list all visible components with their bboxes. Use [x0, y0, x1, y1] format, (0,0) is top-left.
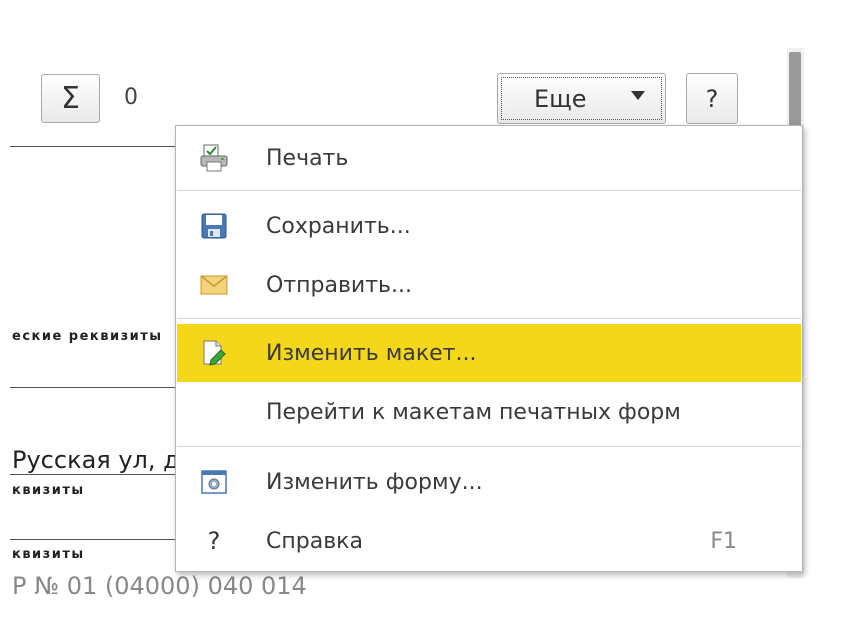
partial-text: Р № 01 (04000) 040 014: [12, 572, 307, 600]
menu-item-label: Изменить форму...: [266, 469, 483, 495]
divider: [10, 474, 175, 475]
scrollbar-thumb[interactable]: [789, 52, 801, 128]
menu-item-label: Печать: [266, 145, 349, 171]
requisites-label: еские реквизиты: [12, 329, 163, 344]
edit-form-icon: [199, 467, 229, 497]
menu-item-save[interactable]: Сохранить...: [177, 197, 801, 255]
requisites-label: квизиты: [12, 547, 85, 562]
menu-item-send[interactable]: Отправить...: [177, 256, 801, 314]
menu-item-label: Перейти к макетам печатных форм: [266, 399, 681, 425]
edit-layout-icon: [199, 338, 229, 368]
print-icon: [199, 143, 229, 173]
help-button[interactable]: ?: [686, 73, 738, 124]
address-text: Русская ул, д: [12, 446, 180, 474]
menu-separator: [177, 318, 801, 319]
requisites-label: квизиты: [12, 483, 85, 498]
sum-value: 0: [124, 85, 138, 110]
menu-item-help[interactable]: ? Справка F1: [177, 512, 801, 570]
envelope-icon: [199, 270, 229, 300]
menu-item-print[interactable]: Печать: [177, 129, 801, 187]
more-button[interactable]: Еще: [497, 73, 666, 124]
divider: [10, 146, 175, 147]
help-button-label: ?: [705, 84, 719, 113]
sum-button[interactable]: Σ: [41, 74, 100, 123]
menu-separator: [177, 190, 801, 191]
more-button-label: Еще: [534, 84, 587, 113]
help-icon: ?: [207, 527, 221, 555]
menu-separator: [177, 446, 801, 447]
menu-item-label: Изменить макет...: [266, 340, 477, 366]
more-actions-menu: Печать Сохранить... Отправить... Изменит…: [175, 125, 803, 572]
menu-item-label: Сохранить...: [266, 213, 411, 239]
shortcut-hint: F1: [710, 528, 737, 554]
menu-item-edit-form[interactable]: Изменить форму...: [177, 453, 801, 511]
menu-item-edit-layout[interactable]: Изменить макет...: [177, 324, 801, 382]
sum-icon: Σ: [61, 81, 80, 116]
menu-item-label: Отправить...: [266, 272, 412, 298]
chevron-down-icon: [631, 91, 645, 100]
save-icon: [199, 211, 229, 241]
menu-item-label: Справка: [266, 528, 363, 554]
divider: [10, 387, 175, 388]
menu-item-go-to-print-layouts[interactable]: Перейти к макетам печатных форм: [177, 383, 801, 441]
divider: [10, 539, 175, 540]
